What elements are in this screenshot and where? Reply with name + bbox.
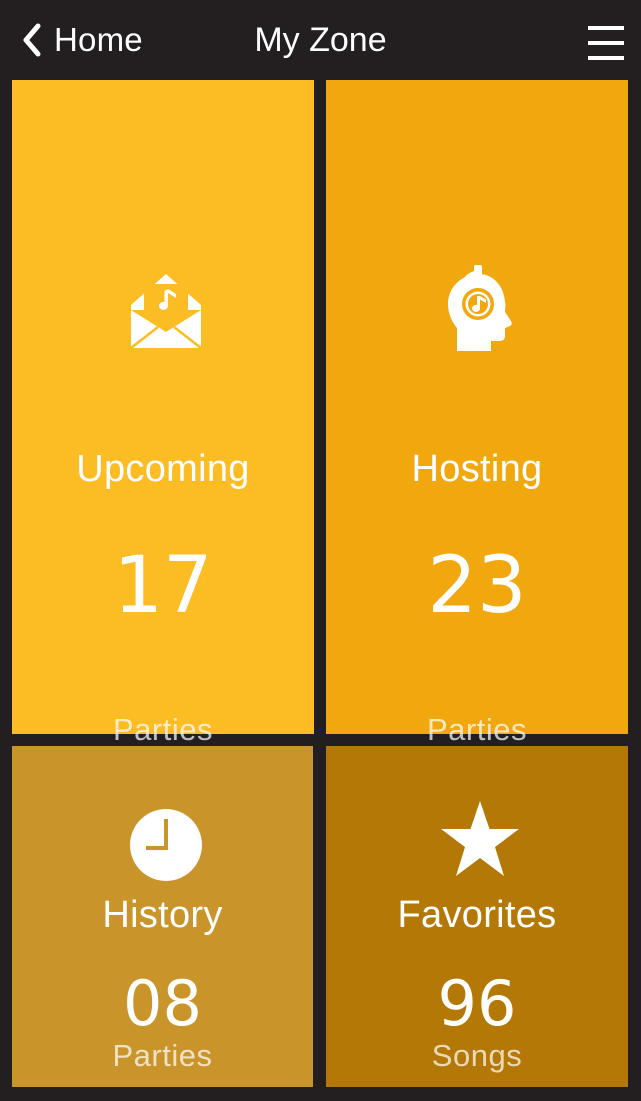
hosting-count: 23: [427, 541, 527, 631]
favorites-unit: Songs: [431, 1038, 523, 1073]
clock-icon: [130, 809, 202, 881]
history-label: History: [102, 894, 223, 936]
hamburger-menu-icon[interactable]: [588, 26, 624, 62]
history-unit: Parties: [112, 1038, 213, 1073]
upcoming-unit: Parties: [113, 712, 213, 747]
music-envelope-icon: [130, 274, 202, 348]
favorites-tile[interactable]: Favorites 96 Songs: [326, 746, 628, 1087]
history-tile[interactable]: History 08 Parties: [12, 746, 313, 1087]
star-icon: [441, 801, 519, 876]
hosting-tile[interactable]: Hosting 23 Parties: [326, 80, 628, 747]
upcoming-tile[interactable]: Upcoming 17 Parties: [12, 80, 314, 747]
upcoming-count: 17: [113, 541, 213, 631]
favorites-label: Favorites: [397, 894, 557, 936]
page-title: My Zone: [254, 21, 387, 59]
history-count: 08: [123, 967, 202, 1040]
app-header: Home My Zone: [0, 0, 641, 80]
hosting-label: Hosting: [411, 448, 543, 490]
favorites-count: 96: [437, 967, 517, 1040]
upcoming-label: Upcoming: [76, 448, 250, 490]
head-headphones-icon: [448, 265, 512, 351]
hosting-unit: Parties: [427, 712, 527, 747]
